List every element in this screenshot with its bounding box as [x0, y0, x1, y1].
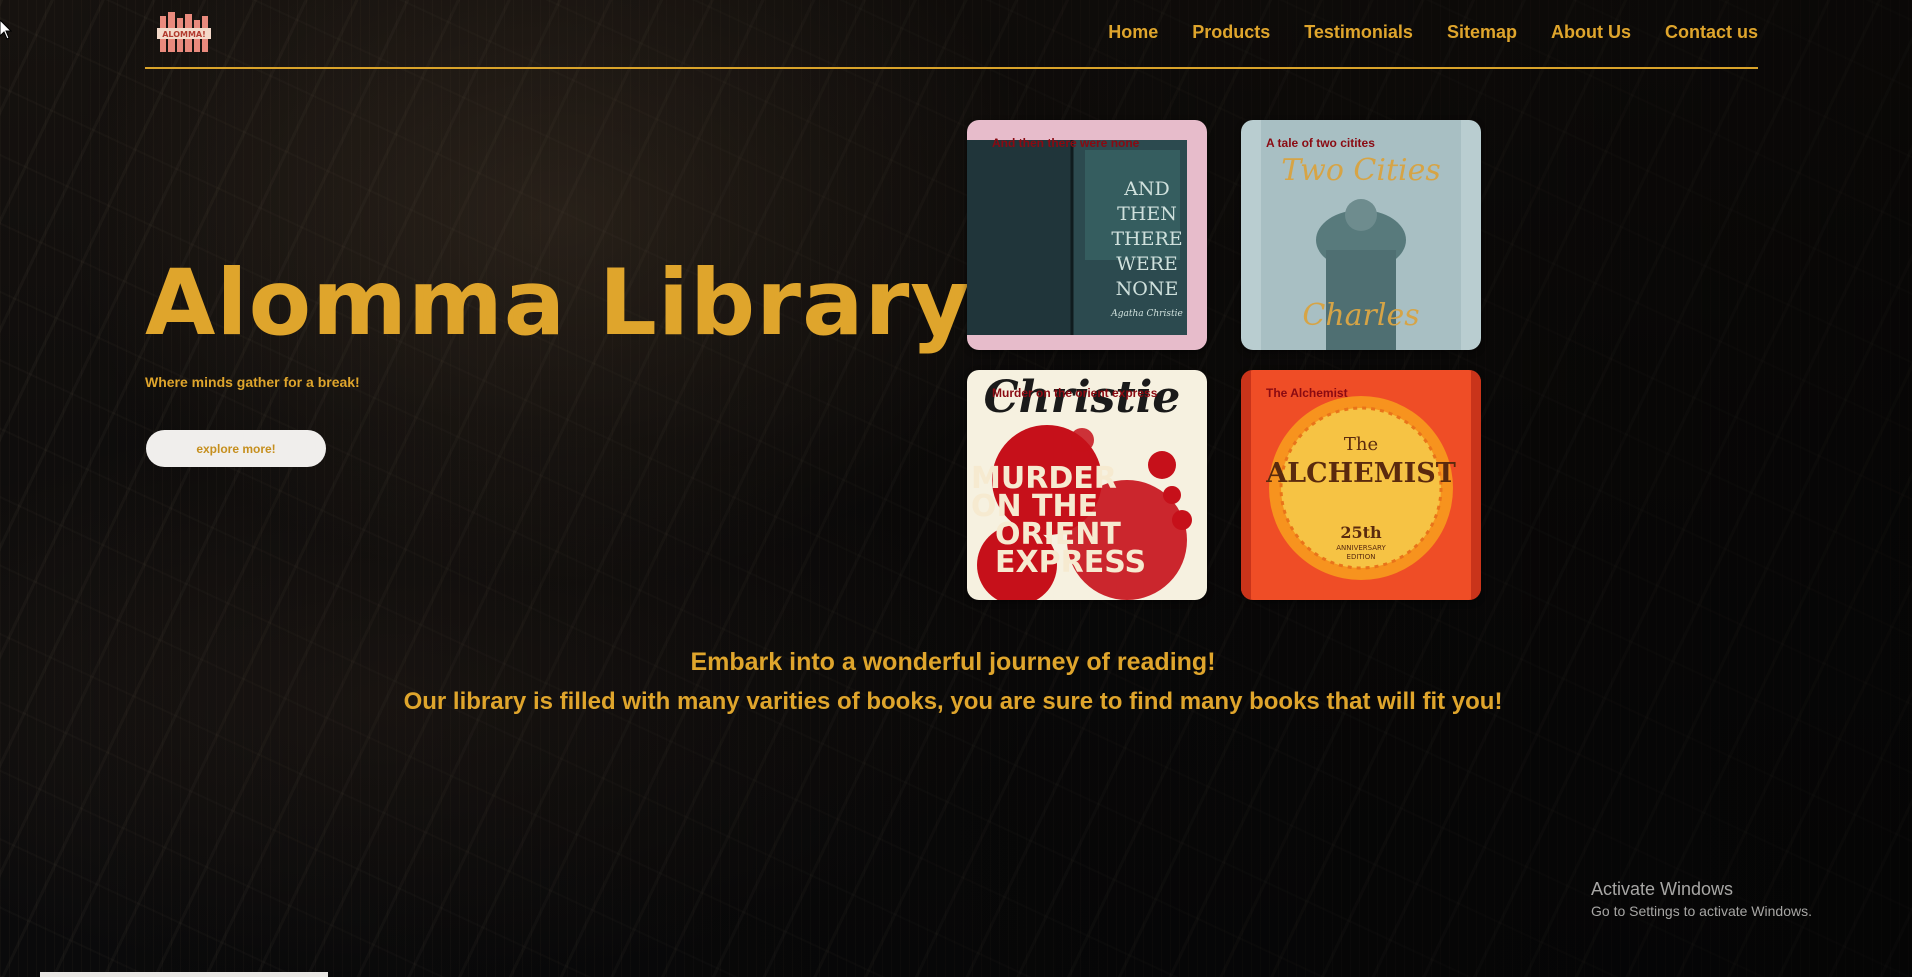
cover-line-1: Two Cities [1281, 153, 1441, 188]
book-card-and-then-there-were-none[interactable]: AND THEN THERE WERE NONE Agatha Christie… [967, 120, 1207, 350]
promo-headline: Embark into a wonderful journey of readi… [690, 648, 1216, 676]
book-cover-image: Christie MURDER ON THE ORIENT EXPRESS [967, 370, 1207, 600]
site-header: ALOMMA! Home Products Testimonials Sitem… [145, 0, 1758, 69]
taskbar-edge [40, 972, 328, 977]
windows-activation-watermark: Activate Windows Go to Settings to activ… [1591, 879, 1812, 919]
cover-line-2: THEN [1117, 203, 1177, 225]
book-cover-image: AND THEN THERE WERE NONE Agatha Christie [967, 120, 1207, 350]
cover-line-2: Charles [1302, 298, 1419, 333]
explore-more-button[interactable]: explore more! [146, 430, 326, 467]
cover-line-3: 25th [1340, 523, 1382, 542]
book-card-murder-on-the-orient-express[interactable]: Christie MURDER ON THE ORIENT EXPRESS Mu… [967, 370, 1207, 600]
activate-subtitle: Go to Settings to activate Windows. [1591, 903, 1812, 919]
cover-line-1: The [1344, 434, 1378, 455]
book-caption: A tale of two citites [1266, 136, 1375, 150]
nav-about-us[interactable]: About Us [1551, 22, 1631, 43]
nav-contact-us[interactable]: Contact us [1665, 22, 1758, 43]
cover-line-4: WERE [1116, 253, 1178, 275]
cover-line-3: THERE [1111, 228, 1182, 250]
book-caption: The Alchemist [1266, 386, 1348, 400]
cover-line-2: ALCHEMIST [1265, 458, 1456, 489]
cover-line-5: NONE [1116, 278, 1179, 300]
book-caption: Murder on the orient express [992, 386, 1158, 400]
hero-title: Alomma Library [145, 251, 971, 356]
cover-author: Agatha Christie [1110, 309, 1183, 319]
nav-home[interactable]: Home [1108, 22, 1158, 43]
nav-sitemap[interactable]: Sitemap [1447, 22, 1517, 43]
library-background [0, 0, 1912, 977]
books-logo-icon: ALOMMA! [157, 12, 211, 52]
logo-text: ALOMMA! [162, 30, 206, 39]
mouse-cursor-icon [0, 19, 13, 45]
cover-line-4: ANNIVERSARY [1336, 544, 1386, 552]
site-logo[interactable]: ALOMMA! [157, 10, 211, 56]
book-card-the-alchemist[interactable]: The ALCHEMIST 25th ANNIVERSARY EDITION T… [1241, 370, 1481, 600]
book-cover-image: The ALCHEMIST 25th ANNIVERSARY EDITION [1241, 370, 1481, 600]
book-card-a-tale-of-two-cities[interactable]: Two Cities Charles A tale of two citites [1241, 120, 1481, 350]
nav-testimonials[interactable]: Testimonials [1304, 22, 1413, 43]
cover-line-5: EDITION [1347, 553, 1376, 561]
hero-tagline: Where minds gather for a break! [145, 374, 360, 390]
book-cover-image: Two Cities Charles [1241, 120, 1481, 350]
book-caption: And then there were none [992, 136, 1140, 150]
main-nav: Home Products Testimonials Sitemap About… [1108, 22, 1758, 43]
cover-line-5: EXPRESS [995, 545, 1146, 580]
promo-description: Our library is filled with many varities… [403, 688, 1503, 715]
activate-title: Activate Windows [1591, 879, 1734, 899]
cover-line-1: AND [1123, 178, 1170, 200]
nav-products[interactable]: Products [1192, 22, 1270, 43]
